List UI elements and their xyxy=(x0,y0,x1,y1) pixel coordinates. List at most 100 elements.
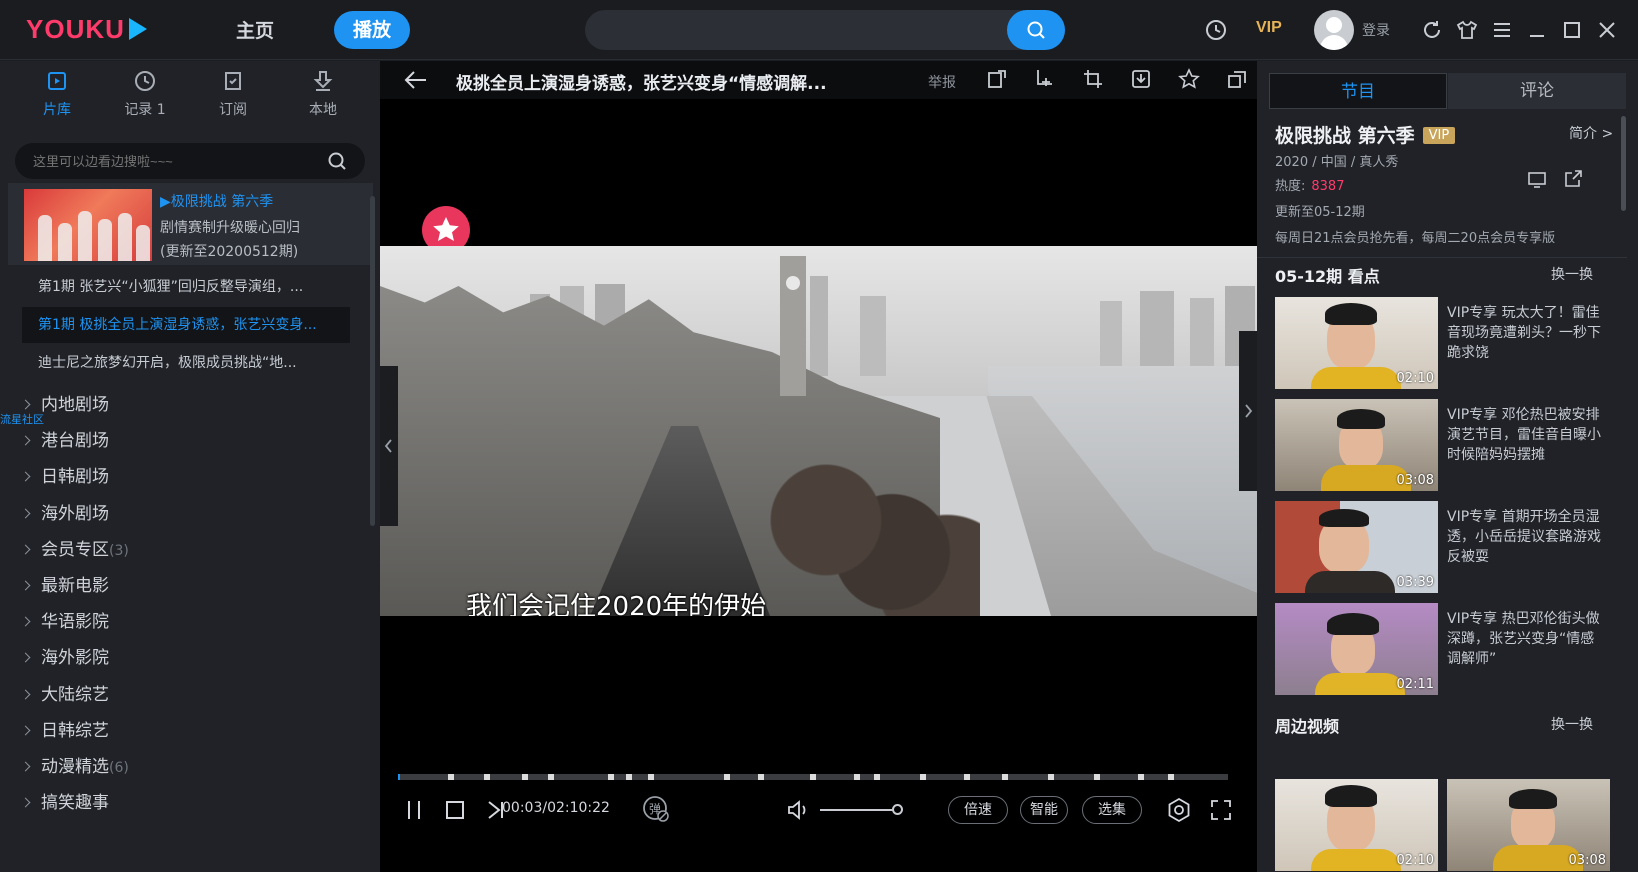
category-item[interactable]: 动漫精选(6) xyxy=(20,749,350,785)
clip-item[interactable]: 02:10 VIP专享 玩太大了！雷佳音现场竟遭剃头？一秒下跪求饶 xyxy=(1275,297,1605,389)
progress-marker[interactable] xyxy=(758,774,764,780)
report-link[interactable]: 举报 xyxy=(928,72,956,92)
mini-window-icon[interactable] xyxy=(1226,68,1248,90)
category-item[interactable]: 会员专区(3) xyxy=(20,532,350,568)
stop-icon[interactable] xyxy=(444,799,466,821)
progress-marker[interactable] xyxy=(1138,774,1144,780)
category-item[interactable]: 港台剧场 xyxy=(20,423,350,459)
share-out-icon[interactable] xyxy=(986,68,1008,90)
smart-button[interactable]: 智能 xyxy=(1020,796,1068,824)
skin-shirt-icon[interactable] xyxy=(1455,18,1479,42)
clip-item[interactable]: 03:39 VIP专享 首期开场全员湿透，小岳岳提议套路游戏反被耍 xyxy=(1275,501,1605,593)
sidebar-scrollbar[interactable] xyxy=(370,196,375,526)
maximize-icon[interactable] xyxy=(1560,18,1584,42)
volume-icon[interactable] xyxy=(786,799,810,821)
progress-marker[interactable] xyxy=(522,774,528,780)
sidebar-search-input[interactable] xyxy=(33,151,323,171)
search-icon xyxy=(1027,21,1045,39)
progress-marker[interactable] xyxy=(484,774,490,780)
share-icon[interactable] xyxy=(1563,169,1583,189)
volume-slider[interactable] xyxy=(820,809,898,811)
tab-subscribe[interactable]: 订阅 xyxy=(198,69,268,119)
progress-marker[interactable] xyxy=(626,774,632,780)
category-item[interactable]: 日韩剧场 xyxy=(20,459,350,495)
progress-marker[interactable] xyxy=(1048,774,1054,780)
tab-program[interactable]: 节目 xyxy=(1269,73,1447,109)
tab-history[interactable]: 记录 1 xyxy=(110,69,180,119)
nav-home[interactable]: 主页 xyxy=(236,16,274,43)
minimize-icon[interactable] xyxy=(1525,18,1549,42)
progress-marker[interactable] xyxy=(810,774,816,780)
tab-local[interactable]: 本地 xyxy=(288,69,358,119)
tab-library[interactable]: 片库 xyxy=(22,69,92,119)
search-input[interactable] xyxy=(601,18,981,42)
vip-link[interactable]: VIP xyxy=(1256,19,1282,37)
speed-button[interactable]: 倍速 xyxy=(948,796,1008,824)
category-item[interactable]: 华语影院 xyxy=(20,604,350,640)
right-panel-scrollbar[interactable] xyxy=(1621,116,1626,211)
progress-marker[interactable] xyxy=(964,774,970,780)
category-item[interactable]: 最新电影 xyxy=(20,568,350,604)
search-button[interactable] xyxy=(1007,10,1065,50)
danmaku-off-icon[interactable]: 弹 xyxy=(642,795,670,823)
nav-play[interactable]: 播放 xyxy=(334,11,410,49)
progress-bar[interactable] xyxy=(398,774,1228,780)
search-icon[interactable] xyxy=(327,151,347,171)
clip-title: VIP专享 首期开场全员湿透，小岳岳提议套路游戏反被耍 xyxy=(1447,509,1601,565)
youku-logo[interactable]: YOUKU xyxy=(26,14,147,45)
category-item[interactable]: 日韩综艺 xyxy=(20,713,350,749)
episodes-button[interactable]: 选集 xyxy=(1082,796,1142,824)
progress-marker[interactable] xyxy=(548,774,554,780)
nearby-clip[interactable]: 02:10 xyxy=(1275,779,1438,871)
star-favorite-icon[interactable] xyxy=(1178,68,1200,90)
progress-marker[interactable] xyxy=(854,774,860,780)
nearby-refresh[interactable]: 换一换 xyxy=(1551,714,1593,734)
progress-marker[interactable] xyxy=(874,774,880,780)
progress-marker[interactable] xyxy=(1168,774,1174,780)
progress-marker[interactable] xyxy=(1002,774,1008,780)
login-link[interactable]: 登录 xyxy=(1362,20,1390,40)
video-frame[interactable]: 我们会记住2020年的伊始 xyxy=(380,246,1257,616)
progress-marker[interactable] xyxy=(920,774,926,780)
chevron-right-icon xyxy=(20,508,31,519)
show-meta: 2020 / 中国 / 真人秀 xyxy=(1275,155,1399,170)
add-to-list-icon[interactable] xyxy=(1034,68,1056,90)
progress-marker[interactable] xyxy=(1094,774,1100,780)
tab-comments[interactable]: 评论 xyxy=(1448,73,1626,109)
current-show-title[interactable]: ▶极限挑战 第六季 xyxy=(160,191,273,211)
volume-slider-knob[interactable] xyxy=(892,804,904,815)
current-show-card[interactable]: ▶极限挑战 第六季 剧情赛制升级暖心回归 (更新至20200512期) xyxy=(8,183,373,265)
crop-icon[interactable] xyxy=(1082,68,1104,90)
right-panel-toggle[interactable] xyxy=(1239,331,1257,491)
category-item[interactable]: 搞笑趣事 xyxy=(20,785,350,821)
clip-item[interactable]: 02:11 VIP专享 热巴邓伦街头做深蹲，张艺兴变身“情感调解师” xyxy=(1275,603,1605,695)
fullscreen-icon[interactable] xyxy=(1210,799,1232,821)
progress-marker[interactable] xyxy=(648,774,654,780)
episode-item-active[interactable]: 第1期 极挑全员上演湿身诱惑，张艺兴变身... xyxy=(22,307,350,343)
category-item[interactable]: 内地剧场 xyxy=(20,387,350,423)
refresh-icon[interactable] xyxy=(1420,18,1444,42)
progress-marker[interactable] xyxy=(608,774,614,780)
progress-marker[interactable] xyxy=(724,774,730,780)
clip-title: VIP专享 玩太大了！雷佳音现场竟遭剃头？一秒下跪求饶 xyxy=(1447,305,1601,361)
history-clock-icon[interactable] xyxy=(1204,18,1228,42)
episode-item[interactable]: 迪士尼之旅梦幻开启，极限成员挑战“地... xyxy=(22,345,350,381)
cast-tv-icon[interactable] xyxy=(1527,171,1547,189)
category-item[interactable]: 海外剧场 xyxy=(20,496,350,532)
download-video-icon[interactable] xyxy=(1130,68,1152,90)
close-icon[interactable] xyxy=(1595,18,1619,42)
settings-gear-icon[interactable] xyxy=(1166,797,1192,823)
back-arrow-icon[interactable] xyxy=(404,70,428,90)
clip-item[interactable]: 03:08 VIP专享 邓伦热巴被安排演艺节目，雷佳音自曝小时候陪妈妈摆摊 xyxy=(1275,399,1605,491)
progress-marker[interactable] xyxy=(448,774,454,780)
left-panel-toggle[interactable] xyxy=(380,366,398,526)
avatar[interactable] xyxy=(1314,10,1354,50)
menu-icon[interactable] xyxy=(1490,18,1514,42)
highlights-refresh[interactable]: 换一换 xyxy=(1551,264,1593,284)
category-item[interactable]: 海外影院 xyxy=(20,640,350,676)
episode-item[interactable]: 第1期 张艺兴“小狐狸”回归反整导演组，... xyxy=(22,269,350,305)
intro-link[interactable]: 简介 > xyxy=(1569,123,1613,143)
nearby-clip[interactable]: 03:08 xyxy=(1447,779,1610,871)
pause-icon[interactable] xyxy=(404,799,424,821)
category-item[interactable]: 大陆综艺 xyxy=(20,677,350,713)
